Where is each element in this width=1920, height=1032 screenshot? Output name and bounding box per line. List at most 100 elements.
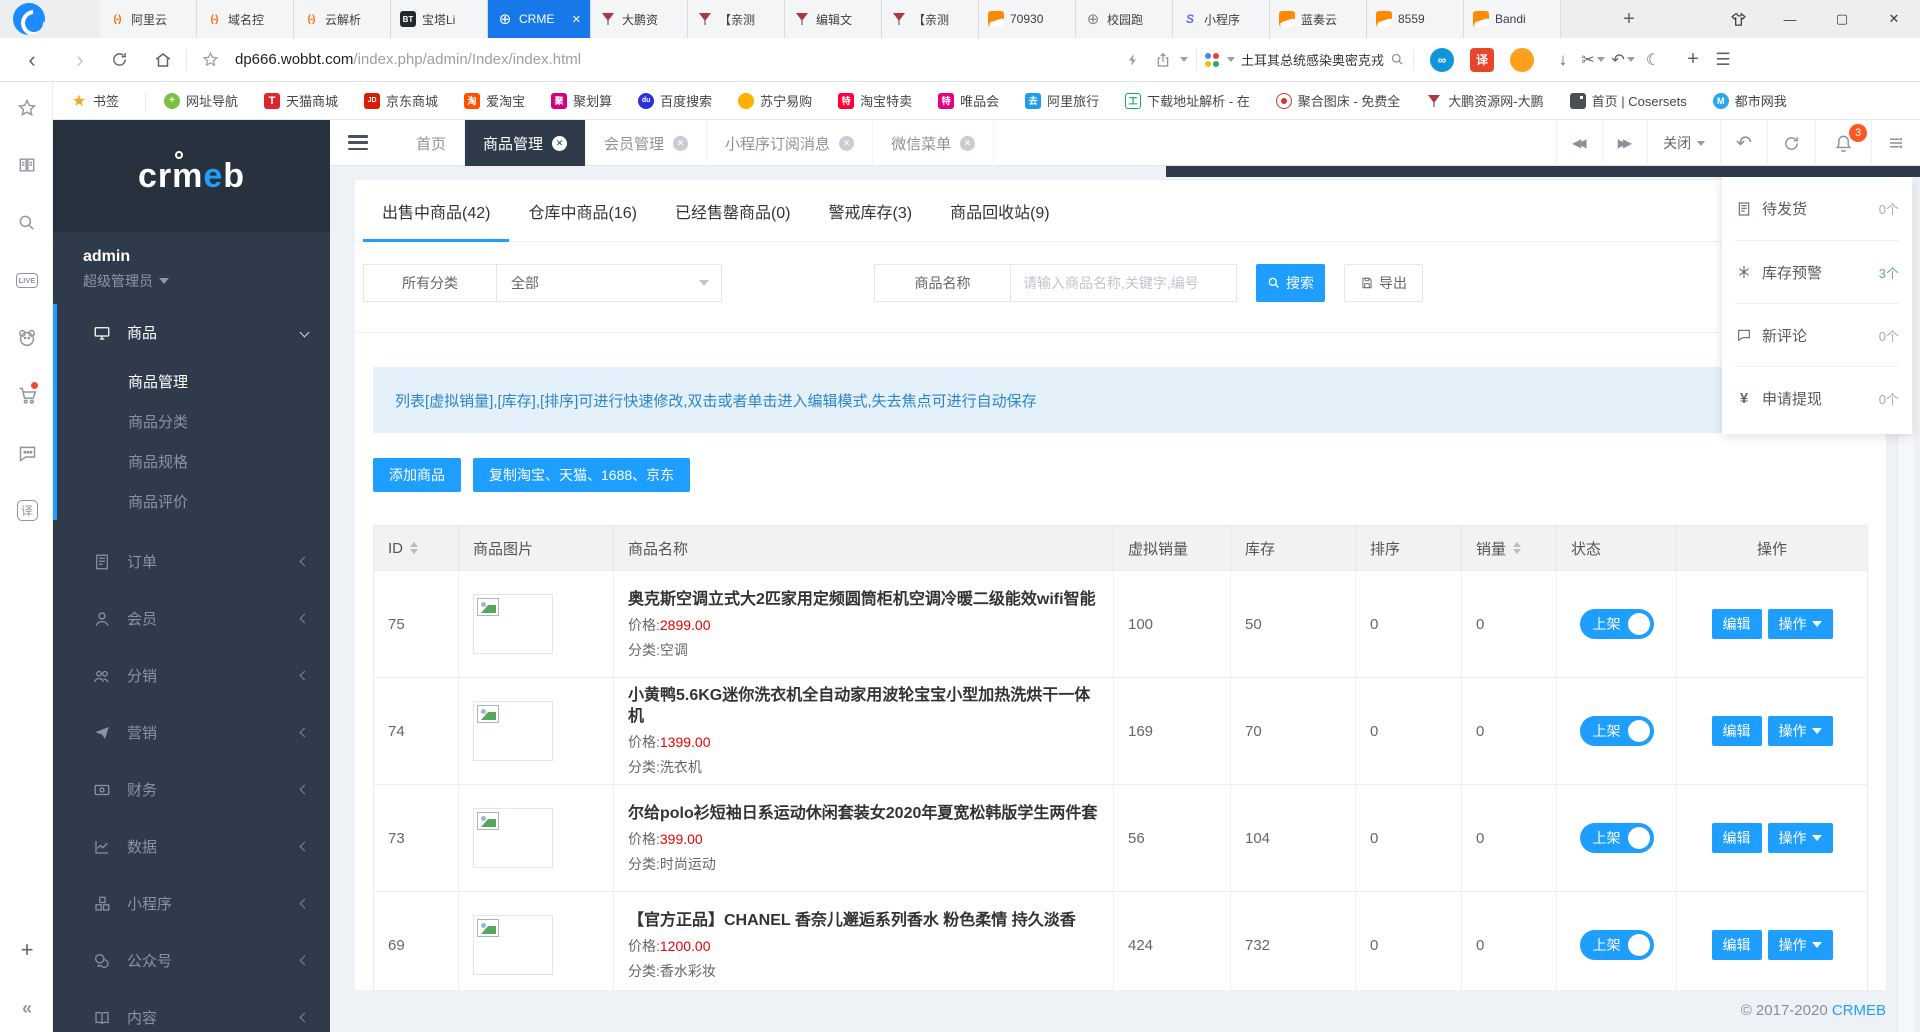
cell-virtual-sales[interactable]: 169	[1114, 678, 1231, 784]
user-role[interactable]: 超级管理员	[83, 271, 330, 291]
browser-tab[interactable]: Bandi	[1464, 0, 1561, 38]
add-icon[interactable]: +	[1678, 45, 1708, 75]
tab-soldout[interactable]: 已经售罄商品(0)	[656, 180, 810, 241]
browser-tab[interactable]: 宝塔Li	[391, 0, 488, 38]
maximize-button[interactable]: ▢	[1816, 0, 1868, 38]
browser-tab-active[interactable]: CRME✕	[488, 0, 591, 38]
more-actions-button[interactable]: 操作	[1768, 930, 1833, 960]
cell-sort[interactable]: 0	[1356, 785, 1462, 891]
bookmark-item[interactable]: 阿里旅行	[1025, 91, 1099, 110]
edit-button[interactable]: 编辑	[1712, 716, 1762, 746]
close-tab-icon[interactable]: ✕	[839, 136, 854, 151]
close-tab-icon[interactable]: ✕	[552, 136, 567, 151]
sidebar-item-distribution[interactable]: 分销	[53, 647, 330, 704]
bookmark-item[interactable]: 都市网我	[1713, 91, 1787, 110]
search-button[interactable]: 搜索	[1256, 264, 1325, 302]
cell-sort[interactable]: 0	[1356, 571, 1462, 677]
edit-button[interactable]: 编辑	[1712, 823, 1762, 853]
cell-sort[interactable]: 0	[1356, 892, 1462, 990]
sidebar-subitem-goods-category[interactable]: 商品分类	[53, 403, 330, 443]
bookmark-item[interactable]: 百度搜索	[638, 91, 712, 110]
share-icon[interactable]	[1148, 45, 1178, 75]
collapse-menu-icon[interactable]	[348, 135, 368, 150]
bookmark-item[interactable]: 唯品会	[938, 91, 999, 110]
scroll-tabs-right-icon[interactable]: ▶▶	[1602, 120, 1647, 166]
browser-tab[interactable]: 云解析	[294, 0, 391, 38]
sidebar-item-members[interactable]: 会员	[53, 590, 330, 647]
cell-image[interactable]	[459, 892, 614, 990]
bookmark-item[interactable]: ★书签	[71, 91, 119, 110]
browser-tab[interactable]: 编辑文	[785, 0, 882, 38]
tab-recycle-bin[interactable]: 商品回收站(9)	[931, 180, 1069, 241]
cell-image[interactable]	[459, 571, 614, 677]
url-field[interactable]: dp666.wobbt.com/index.php/admin/Index/in…	[235, 51, 581, 68]
status-toggle[interactable]: 上架	[1580, 930, 1654, 960]
chat-icon[interactable]	[14, 440, 40, 466]
bookmark-item[interactable]: 下载地址解析 - 在	[1125, 91, 1250, 110]
sidebar-item-official-account[interactable]: 公众号	[53, 932, 330, 989]
toy-icon[interactable]	[14, 325, 40, 351]
browser-tab[interactable]: 校园跑	[1076, 0, 1173, 38]
bookmark-item[interactable]: 首页 | Cosersets	[1570, 91, 1687, 110]
sidebar-item-content[interactable]: 内容	[53, 989, 330, 1032]
tab-stock-alert[interactable]: 警戒库存(3)	[810, 180, 932, 241]
sidebar-item-marketing[interactable]: 营销	[53, 704, 330, 761]
sidebar-subitem-goods-review[interactable]: 商品评价	[53, 483, 330, 523]
browser-tab[interactable]: 阿里云	[100, 0, 197, 38]
tab-onsale[interactable]: 出售中商品(42)	[363, 180, 509, 241]
bookmark-item[interactable]: 大鹏资源网-大鹏	[1426, 91, 1543, 110]
cell-stock[interactable]: 104	[1231, 785, 1356, 891]
collapse-icon[interactable]: «	[14, 995, 40, 1021]
reading-icon[interactable]	[14, 152, 40, 178]
scroll-tabs-left-icon[interactable]: ◀◀	[1556, 120, 1601, 166]
sort-icon[interactable]	[410, 542, 418, 554]
scissors-icon[interactable]: ✂	[1578, 45, 1608, 75]
hot-search-text[interactable]: 土耳其总统感染奥密克戎	[1241, 50, 1384, 69]
bookmark-item[interactable]: 聚合图床 - 免费全	[1276, 91, 1401, 110]
close-tab-icon[interactable]: ✕	[960, 136, 975, 151]
sort-icon[interactable]	[1513, 542, 1521, 554]
browser-tab[interactable]: 域名控	[197, 0, 294, 38]
more-actions-button[interactable]: 操作	[1768, 716, 1833, 746]
sidebar-item-data[interactable]: 数据	[53, 818, 330, 875]
extension-mascot-icon[interactable]	[1510, 48, 1534, 72]
hot-search-widget[interactable]: 土耳其总统感染奥密克戎	[1205, 50, 1405, 69]
undo-icon[interactable]: ↶	[1608, 45, 1638, 75]
page-tab-subscribe-message[interactable]: 小程序订阅消息✕	[707, 120, 873, 166]
panel-item-withdrawal-requests[interactable]: ¥ 申请提现 0个	[1735, 366, 1899, 429]
close-tab-icon[interactable]: ✕	[572, 13, 581, 26]
page-tab-wechat-menu[interactable]: 微信菜单✕	[873, 120, 994, 166]
reload-icon[interactable]	[104, 45, 134, 75]
cart-icon[interactable]	[14, 382, 40, 408]
cell-image[interactable]	[459, 785, 614, 891]
cell-virtual-sales[interactable]: 100	[1114, 571, 1231, 677]
browser-tab[interactable]: 小程序	[1173, 0, 1270, 38]
status-toggle[interactable]: 上架	[1580, 609, 1654, 639]
sidebar-item-goods[interactable]: 商品	[53, 304, 330, 361]
copy-goods-button[interactable]: 复制淘宝、天猫、1688、京东	[473, 458, 690, 492]
theme-settings-icon[interactable]	[1871, 120, 1920, 166]
minimize-button[interactable]: —	[1764, 0, 1816, 38]
forward-icon[interactable]: ›	[65, 45, 95, 75]
bookmark-item[interactable]: 爱淘宝	[464, 91, 525, 110]
chevron-down-icon[interactable]	[1180, 57, 1188, 62]
more-actions-button[interactable]: 操作	[1768, 823, 1833, 853]
cell-stock[interactable]: 70	[1231, 678, 1356, 784]
menu-icon[interactable]: ☰	[1708, 45, 1738, 75]
sidebar-subitem-goods-manage[interactable]: 商品管理	[53, 363, 330, 403]
download-icon[interactable]: ↓	[1548, 45, 1578, 75]
bookmark-item[interactable]: 聚划算	[551, 91, 612, 110]
edit-button[interactable]: 编辑	[1712, 609, 1762, 639]
edit-button[interactable]: 编辑	[1712, 930, 1762, 960]
cell-sort[interactable]: 0	[1356, 678, 1462, 784]
cell-stock[interactable]: 732	[1231, 892, 1356, 990]
cell-virtual-sales[interactable]: 424	[1114, 892, 1231, 990]
bookmark-item[interactable]: 苏宁易购	[738, 91, 812, 110]
bookmark-item[interactable]: 京东商城	[364, 91, 438, 110]
browser-tab[interactable]: 【亲测	[882, 0, 979, 38]
page-tab-member-manage[interactable]: 会员管理✕	[586, 120, 707, 166]
goods-name-input[interactable]	[1011, 264, 1237, 302]
browser-tab[interactable]: 70930	[979, 0, 1076, 38]
more-actions-button[interactable]: 操作	[1768, 609, 1833, 639]
bookmark-star-icon[interactable]	[195, 45, 225, 75]
